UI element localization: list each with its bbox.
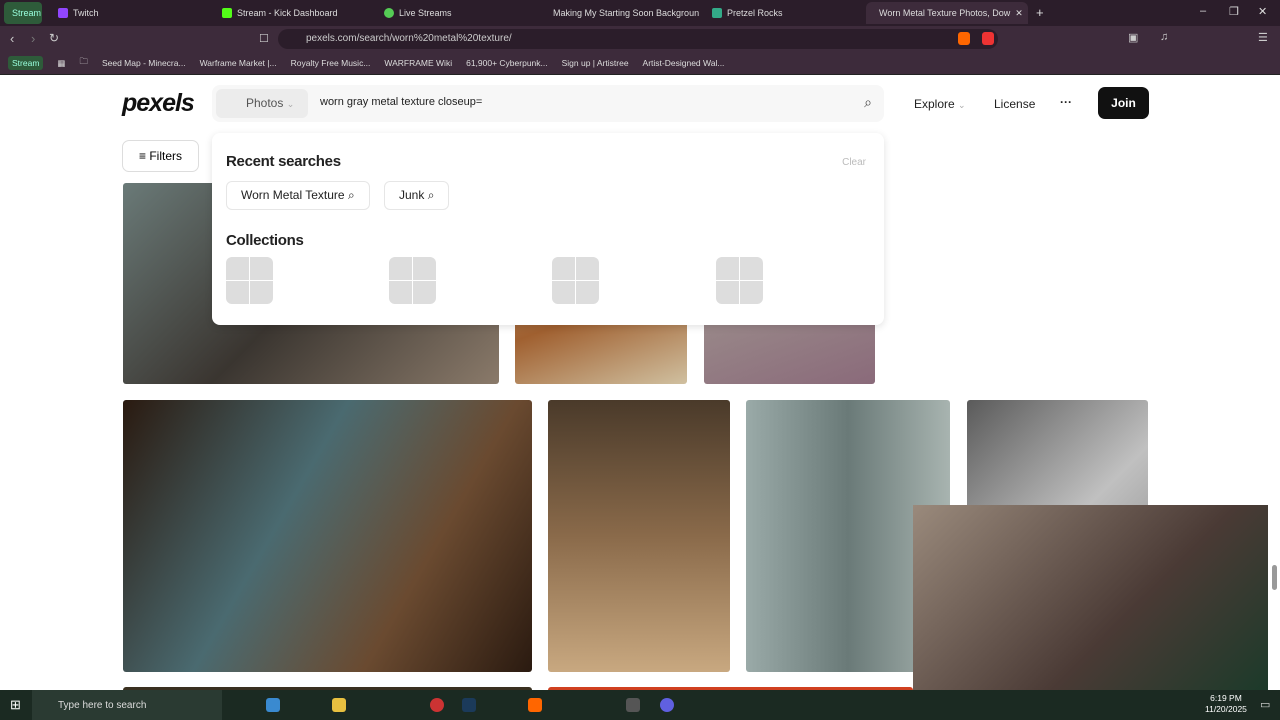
restore-button[interactable]: ❐	[1229, 5, 1239, 18]
address-bar-row: ‹ › ↻ ☐ pexels.com/search/worn%20metal%2…	[0, 26, 1280, 52]
streamelements-icon	[384, 8, 394, 18]
media-type-label: Photos	[246, 96, 284, 110]
tab-starting-soon[interactable]: Making My Starting Soon Backgroun	[540, 2, 700, 24]
folder-icon[interactable]: 🗀	[79, 56, 88, 70]
new-tab-button[interactable]: +	[1036, 5, 1044, 20]
bookmark[interactable]: Artist-Designed Wal...	[643, 58, 725, 68]
date: 11/20/2025	[1205, 704, 1247, 714]
tab-label: Twitch	[73, 8, 99, 18]
filters-label: Filters	[149, 149, 183, 163]
collections-heading: Collections	[226, 232, 304, 249]
search-icon: ⌕	[427, 188, 435, 202]
chip-label: Worn Metal Texture	[241, 188, 345, 202]
filters-button[interactable]: ≡ Filters	[122, 140, 199, 172]
filter-icon: ≡	[138, 149, 146, 163]
reload-button[interactable]: ↻	[49, 31, 59, 45]
sidebar-icon[interactable]: ▣	[1128, 31, 1138, 44]
obs-icon[interactable]	[430, 698, 444, 712]
brave-icon[interactable]	[528, 698, 542, 712]
chevron-down-icon: ⌄	[958, 100, 966, 110]
brave-shield-icon[interactable]	[958, 32, 970, 45]
folder-icon[interactable]	[332, 698, 346, 712]
steam-icon[interactable]	[462, 698, 476, 712]
search-input[interactable]: worn gray metal texture closeup=	[320, 96, 482, 108]
recent-search-chip[interactable]: Junk ⌕	[384, 181, 450, 210]
tab-pexels[interactable]: Worn Metal Texture Photos, Dow ✕	[866, 2, 1028, 24]
bookmarks-bar: Stream ▦ 🗀 Seed Map - Minecra... Warfram…	[0, 52, 1280, 75]
license-link[interactable]: License	[994, 97, 1035, 111]
url-field[interactable]: pexels.com/search/worn%20metal%20texture…	[278, 29, 998, 49]
chip-label: Junk	[399, 188, 425, 202]
search-icon[interactable]: ⌕	[864, 94, 872, 111]
tab-live-streams[interactable]: Live Streams	[376, 2, 536, 24]
bookmark-stream[interactable]: Stream	[8, 56, 44, 70]
notifications-icon[interactable]: ▭	[1260, 698, 1270, 711]
tab-label: Live Streams	[399, 8, 452, 18]
tab-pretzel[interactable]: Pretzel Rocks	[704, 2, 864, 24]
close-window-button[interactable]: ✕	[1258, 5, 1267, 18]
recent-search-chip[interactable]: Worn Metal Texture ⌕	[226, 181, 370, 210]
collection-placeholder[interactable]	[552, 257, 599, 304]
settings-icon[interactable]	[626, 698, 640, 712]
back-button[interactable]: ‹	[10, 31, 14, 46]
media-type-select[interactable]: Photos ⌄	[216, 89, 308, 118]
forward-button[interactable]: ›	[31, 31, 35, 46]
windows-start-icon[interactable]: ⊞	[10, 697, 21, 713]
tab-label: Pretzel Rocks	[727, 8, 783, 18]
bookmark[interactable]: Royalty Free Music...	[291, 58, 371, 68]
more-menu-button[interactable]: ···	[1060, 95, 1072, 109]
recent-searches-heading: Recent searches	[226, 153, 341, 170]
photo[interactable]	[548, 400, 730, 672]
bookmark[interactable]: Sign up | Artistree	[562, 58, 629, 68]
twitch-icon	[58, 8, 68, 18]
webcam-overlay	[913, 505, 1268, 690]
menu-icon[interactable]: ☰	[1258, 31, 1268, 44]
explore-label: Explore	[914, 97, 955, 111]
media-icon[interactable]: ♫	[1160, 31, 1168, 43]
file-explorer-icon[interactable]	[266, 698, 280, 712]
tab-bar: Stream Twitch Stream - Kick Dashboard Li…	[0, 0, 1280, 26]
close-tab-icon[interactable]: ✕	[1015, 8, 1023, 19]
collection-placeholder[interactable]	[716, 257, 763, 304]
join-button[interactable]: Join	[1098, 87, 1149, 119]
search-bar: Photos ⌄ worn gray metal texture closeup…	[212, 85, 884, 122]
chevron-down-icon: ⌄	[286, 99, 295, 109]
music-icon	[712, 8, 722, 18]
taskbar: ⊞ Type here to search 6:19 PM 11/20/2025 …	[0, 690, 1280, 720]
search-icon: ⌕	[347, 188, 355, 202]
photo[interactable]	[123, 400, 532, 672]
kick-icon	[222, 8, 232, 18]
clock[interactable]: 6:19 PM 11/20/2025	[1205, 693, 1247, 715]
tab-kick[interactable]: Stream - Kick Dashboard	[214, 2, 374, 24]
discord-icon[interactable]	[660, 698, 674, 712]
minimize-button[interactable]: –	[1200, 5, 1206, 17]
tab-group-stream[interactable]: Stream	[4, 2, 42, 24]
brave-rewards-icon[interactable]	[982, 32, 994, 45]
tab-label: Making My Starting Soon Backgroun	[553, 8, 700, 18]
explore-menu[interactable]: Explore ⌄	[914, 97, 966, 111]
taskbar-search[interactable]: Type here to search	[32, 690, 222, 720]
clear-button[interactable]: Clear	[842, 157, 866, 168]
bookmark[interactable]: WARFRAME Wiki	[384, 58, 452, 68]
collection-placeholder[interactable]	[389, 257, 436, 304]
pexels-logo[interactable]: pexels	[122, 89, 195, 118]
search-suggestions-dropdown: Recent searches Clear Worn Metal Texture…	[212, 133, 884, 325]
time: 6:19 PM	[1210, 693, 1242, 703]
pexels-page: pexels Photos ⌄ worn gray metal texture …	[0, 75, 1280, 690]
scrollbar-thumb[interactable]	[1272, 565, 1277, 590]
tab-label: Worn Metal Texture Photos, Dow	[879, 8, 1011, 18]
apps-icon[interactable]: ▦	[57, 58, 65, 69]
bookmark-icon[interactable]: ☐	[259, 32, 269, 45]
bookmark[interactable]: Warframe Market |...	[200, 58, 277, 68]
tab-label: Stream - Kick Dashboard	[237, 8, 338, 18]
bookmark[interactable]: 61,900+ Cyberpunk...	[466, 58, 548, 68]
bookmark[interactable]: Seed Map - Minecra...	[102, 58, 186, 68]
collection-placeholder[interactable]	[226, 257, 273, 304]
tab-twitch[interactable]: Twitch	[50, 2, 210, 24]
